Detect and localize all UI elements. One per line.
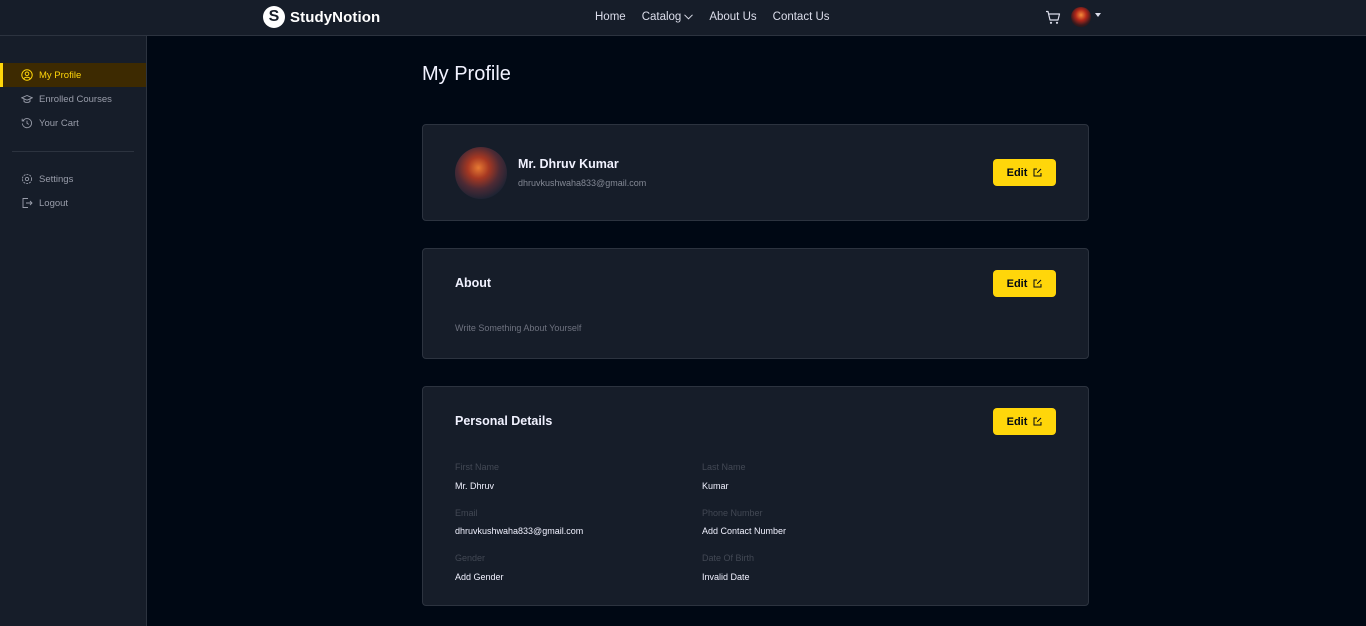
caret-down-icon[interactable] [1095,13,1101,17]
edit-about-button[interactable]: Edit [993,270,1056,297]
edit-icon [1033,417,1042,426]
edit-button-label: Edit [1006,277,1028,290]
cart-icon[interactable] [1045,10,1061,25]
last-name-label: Last Name [702,462,746,472]
edit-personal-details-button[interactable]: Edit [993,408,1056,435]
personal-details-heading: Personal Details [455,414,553,428]
sidebar-item-settings[interactable]: Settings [0,167,146,191]
edit-profile-button[interactable]: Edit [993,159,1056,186]
about-text: Write Something About Yourself [455,323,582,333]
personal-details-card: Personal Details Edit First Name Mr. Dhr… [422,386,1089,606]
logo-mark: S [263,6,285,28]
sidebar-item-enrolled-courses[interactable]: Enrolled Courses [0,87,146,111]
last-name-value: Kumar [702,481,729,491]
nav-link-catalog-label: Catalog [641,11,682,23]
graduation-cap-icon [21,95,33,103]
logout-icon [22,198,33,208]
history-icon [21,118,33,129]
nav-link-about[interactable]: About Us [709,11,756,23]
phone-number-value: Add Contact Number [702,526,787,536]
date-of-birth-value: Invalid Date [702,572,750,582]
sidebar-item-your-cart[interactable]: Your Cart [0,111,146,135]
edit-icon [1033,279,1042,288]
sidebar-item-label: Your Cart [39,117,79,129]
gender-label: Gender [455,553,486,563]
profile-avatar [455,147,507,199]
edit-button-label: Edit [1006,415,1028,428]
email-label: Email [455,508,478,518]
sidebar-divider [12,151,134,152]
sidebar-item-label: Settings [39,173,74,185]
logo[interactable]: S StudyNotion [263,6,380,28]
about-card: About Edit Write Something About Yoursel… [422,248,1089,359]
profile-name: Mr. Dhruv Kumar [518,157,619,171]
sidebar-item-label: Enrolled Courses [39,93,112,105]
chevron-down-icon [684,14,694,20]
profile-email: dhruvkushwaha833@gmail.com [518,178,647,188]
sidebar-item-label: My Profile [39,69,82,81]
nav-link-home[interactable]: Home [595,11,626,23]
nav-link-catalog[interactable]: Catalog [642,11,694,23]
top-navbar: S StudyNotion Home Catalog About Us Cont… [0,0,1366,36]
edit-button-label: Edit [1006,166,1028,179]
first-name-label: First Name [455,462,500,472]
sidebar-item-my-profile[interactable]: My Profile [0,63,146,87]
gear-icon [21,173,33,185]
first-name-value: Mr. Dhruv [455,481,495,491]
date-of-birth-label: Date Of Birth [702,553,755,563]
sidebar-item-label: Logout [39,197,69,209]
nav-link-contact[interactable]: Contact Us [773,11,830,23]
phone-number-label: Phone Number [702,508,763,518]
email-value: dhruvkushwaha833@gmail.com [455,526,584,536]
edit-icon [1033,168,1042,177]
sidebar-item-logout[interactable]: Logout [0,191,146,215]
logo-text: StudyNotion [290,8,381,26]
sidebar: My Profile Enrolled Courses Your Cart Se… [0,36,147,626]
gender-value: Add Gender [455,572,504,582]
page-title: My Profile [422,63,511,85]
profile-card: Mr. Dhruv Kumar dhruvkushwaha833@gmail.c… [422,124,1089,221]
about-heading: About [455,276,492,290]
user-circle-icon [21,69,33,81]
avatar[interactable] [1071,7,1091,27]
nav-links: Home Catalog About Us Contact Us [595,11,830,23]
